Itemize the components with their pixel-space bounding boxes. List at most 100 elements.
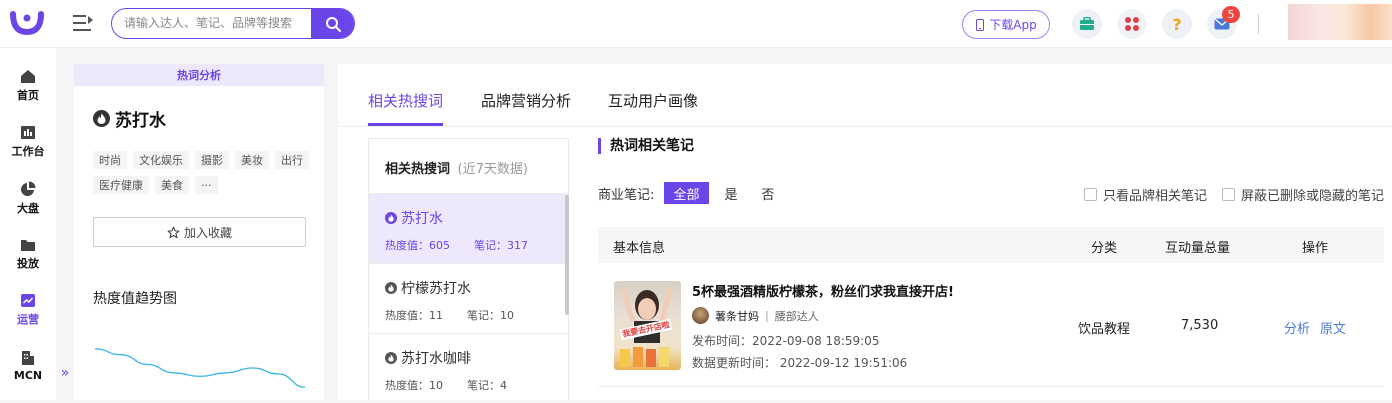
checkbox-label: 只看品牌相关笔记 [1103,189,1208,204]
filter-all[interactable]: 全部 [664,182,709,204]
note-title-link[interactable]: 5杯最强酒精版柠檬茶，粉丝们求我直接开店! [692,281,954,300]
category-tag[interactable]: 美妆 [235,151,269,169]
apps-grid-icon [1125,17,1139,31]
pie-chart-icon [21,181,36,196]
tab-brand-marketing[interactable]: 品牌营销分析 [481,90,571,111]
divider [338,126,1392,127]
tab-related-keywords[interactable]: 相关热搜词 [368,90,443,111]
keyword-meta: 热度值：605 笔记：317 [385,237,528,253]
heat-value: 热度值：11 [385,309,443,322]
keyword-meta: 热度值：10 笔记：4 [385,377,507,393]
note-thumbnail[interactable]: 我要去开店啦 [614,281,681,370]
column-header: 分类 [1091,241,1118,256]
nav-item-home[interactable]: 首页 [0,61,56,111]
heat-value: 热度值：10 [385,379,443,392]
search-input[interactable] [124,9,314,37]
add-to-favorites-button[interactable]: 加入收藏 [93,217,306,247]
keyword-name: 苏打水 [115,111,166,131]
related-keyword-list: 相关热搜词 (近7天数据) 苏打水 热度值：605 笔记：317 柠檬苏打水 热度… [368,138,569,400]
more-tags-button[interactable]: ··· [195,176,218,194]
note-count: 笔记：10 [467,309,514,322]
building-icon [22,351,34,365]
heat-trend-chart [94,348,306,388]
messages-button[interactable]: 5 [1207,6,1240,39]
download-app-button[interactable]: 下载App [962,10,1050,39]
table-row: 我要去开店啦 5杯最强酒精版柠檬茶，粉丝们求我直接开店! 薯条甘妈 | 腰部达人… [598,263,1384,387]
divider: | [765,309,769,322]
menu-toggle-icon[interactable] [72,13,94,33]
author-name[interactable]: 薯条甘妈 [715,308,759,324]
filter-yes[interactable]: 是 [719,182,743,204]
keyword-title: 苏打水 [93,106,166,131]
nav-item-market[interactable]: 大盘 [0,173,56,223]
keyword-item-name: 苏打水 [385,208,443,228]
note-count: 笔记：4 [467,379,507,392]
category-tag[interactable]: 出行 [275,151,309,169]
workbench-icon [21,126,35,139]
side-nav: 首页 工作台 大盘 投放 运营 MCN [0,48,56,400]
checkbox-label: 屏蔽已删除或隐藏的笔记 [1241,189,1385,204]
home-icon [21,70,35,83]
nav-item-mcn[interactable]: MCN [0,341,56,391]
trend-title: 热度值趋势图 [93,291,177,307]
nav-label: 大盘 [17,201,39,215]
keyword-item[interactable]: 苏打水 热度值：605 笔记：317 [369,193,568,263]
keyword-item[interactable]: 苏打水咖啡 热度值：10 笔记：4 [369,333,568,403]
search-icon [325,16,341,32]
category-tag[interactable]: 文化娱乐 [133,151,189,169]
category-tag[interactable]: 美食 [155,176,189,194]
nav-item-workbench[interactable]: 工作台 [0,117,56,167]
original-link[interactable]: 原文 [1320,318,1346,337]
keyword-name: 柠檬苏打水 [401,281,471,297]
search-button[interactable] [311,9,354,38]
search-box [111,8,355,39]
divider [1258,14,1259,34]
category-tags: 时尚 文化娱乐 摄影 美妆 出行 医疗健康 美食 ··· [93,151,313,194]
panel-header: 热词分析 [74,64,324,86]
help-button[interactable]: ? [1162,9,1192,39]
note-category: 饮品教程 [1078,322,1131,337]
heat-value: 热度值：605 [385,239,450,252]
tab-user-profile[interactable]: 互动用户画像 [608,90,698,111]
star-icon [167,226,180,238]
checkbox-box[interactable] [1222,188,1235,201]
notification-badge: 5 [1222,6,1240,23]
keyword-name: 苏打水咖啡 [401,351,471,367]
nav-label: 投放 [17,256,39,270]
keyword-item-name: 柠檬苏打水 [385,278,471,298]
briefcase-button[interactable] [1072,9,1102,39]
keyword-list-header: 相关热搜词 (近7天数据) [385,158,528,177]
apps-button[interactable] [1117,9,1147,39]
nav-label: 首页 [17,89,39,102]
filter-no[interactable]: 否 [756,182,780,204]
brand-only-checkbox[interactable]: 只看品牌相关笔记 [1084,185,1207,204]
filter-label: 商业笔记: [598,188,655,203]
nav-label: 工作台 [11,145,45,158]
expand-sidebar-icon[interactable]: » [56,358,74,388]
column-header: 互动量总量 [1165,241,1231,256]
user-avatar[interactable] [1288,4,1392,40]
table-header: 基本信息 分类 互动量总量 操作 [598,227,1384,263]
column-header: 操作 [1302,241,1329,256]
keyword-list-title: 相关热搜词 [385,162,451,177]
scrollbar[interactable] [565,195,569,315]
nav-item-operations[interactable]: 运营 [0,285,56,335]
operations-chart-icon [21,294,35,307]
checkbox-box[interactable] [1084,188,1097,201]
category-tag[interactable]: 摄影 [195,151,229,169]
keyword-panel: 热词分析 苏打水 时尚 文化娱乐 摄影 美妆 出行 医疗健康 美食 ··· 加入… [74,64,324,400]
category-tag[interactable]: 时尚 [93,151,127,169]
hide-deleted-checkbox[interactable]: 屏蔽已删除或隐藏的笔记 [1222,185,1384,204]
analyze-link[interactable]: 分析 [1284,318,1310,337]
note-count: 笔记：317 [474,239,528,252]
author-avatar[interactable] [692,307,709,324]
publish-time: 发布时间：2022-09-08 18:59:05 [692,334,880,348]
note-author: 薯条甘妈 | 腰部达人 [692,307,819,324]
keyword-item[interactable]: 柠檬苏打水 热度值：11 笔记：10 [369,263,568,333]
nav-item-delivery[interactable]: 投放 [0,229,56,279]
category-tag[interactable]: 医疗健康 [93,176,149,194]
author-level: 腰部达人 [774,309,819,323]
phone-icon [976,18,985,31]
logo[interactable] [10,10,44,36]
keyword-meta: 热度值：11 笔记：10 [385,307,514,323]
